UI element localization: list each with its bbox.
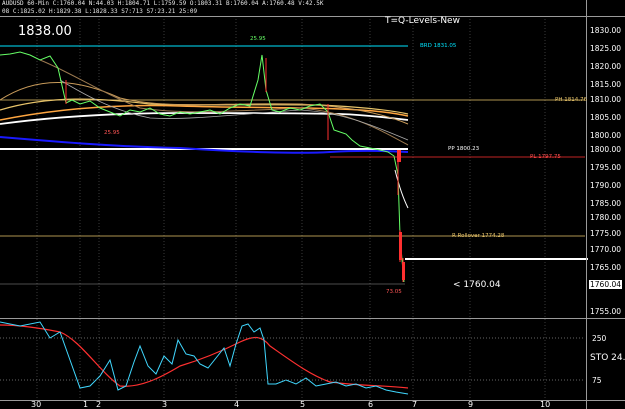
price-tick: 1790.00 xyxy=(590,181,622,190)
price-tick: 1755.00 xyxy=(590,307,622,316)
price-tick: 1815.00 xyxy=(590,80,622,89)
last-price-box: 1760.04 xyxy=(589,280,623,289)
price-tick: 1775.00 xyxy=(590,229,622,238)
indicator-tick: 250 xyxy=(592,334,607,343)
annotation-low: 73.05 xyxy=(386,289,402,295)
date-tick: 3 xyxy=(162,400,168,409)
level-pl: PL 1797.75 xyxy=(530,154,561,160)
price-tick: 1820.00 xyxy=(590,62,622,71)
date-tick: 7 xyxy=(412,400,418,409)
annotation-high: 25.95 xyxy=(250,36,266,42)
price-tick: 1770.00 xyxy=(590,245,622,254)
price-chart-canvas[interactable] xyxy=(0,0,625,409)
indicator-tick: 75 xyxy=(592,376,602,385)
price-tick: 1780.00 xyxy=(590,213,622,222)
price-tick: 1805.00 xyxy=(590,113,622,122)
date-tick: 4 xyxy=(234,400,240,409)
date-tick: 2 xyxy=(96,400,102,409)
price-tick: 1785.00 xyxy=(590,199,622,208)
indicator-label: STO xyxy=(590,353,609,363)
current-price-label: < 1760.04 xyxy=(453,280,501,290)
header-separator xyxy=(0,16,625,17)
chart-window: AUDUSD 60-Min C:1760.04 N:44.03 H:1804.7… xyxy=(0,0,625,409)
price-tick: 1825.00 xyxy=(590,44,622,53)
date-tick: 1 xyxy=(83,400,89,409)
date-tick: 30 xyxy=(31,400,42,409)
indicator-name: STO 24. xyxy=(590,353,625,363)
annotation-mid: 25.95 xyxy=(104,130,120,136)
price-tick: 1830.00 xyxy=(590,26,622,35)
price-tick: 1810.00 xyxy=(590,95,622,104)
date-tick: 5 xyxy=(300,400,306,409)
level-ph: PH 1814.76 xyxy=(555,97,587,103)
indicator-title: T=Q-Levels-New xyxy=(385,16,460,26)
level-pp: PP 1800.23 xyxy=(448,146,480,152)
price-tick: 1800.00 xyxy=(590,145,622,154)
date-tick: 10 xyxy=(540,400,551,409)
price-tick: 1800.00 xyxy=(590,131,622,140)
date-axis-separator xyxy=(0,400,625,401)
indicator-value: 24. xyxy=(611,353,625,363)
price-axis-separator xyxy=(586,0,587,409)
level-brd: BRD 1831.05 xyxy=(420,43,457,49)
price-tick: 1795.00 xyxy=(590,163,622,172)
date-tick: 9 xyxy=(468,400,474,409)
big-price-label: 1838.00 xyxy=(18,24,72,39)
date-tick: 6 xyxy=(368,400,374,409)
price-tick: 1765.00 xyxy=(590,263,622,272)
panel-separator xyxy=(0,318,625,319)
level-rollover: R Rollover 1774.28 xyxy=(452,233,505,239)
